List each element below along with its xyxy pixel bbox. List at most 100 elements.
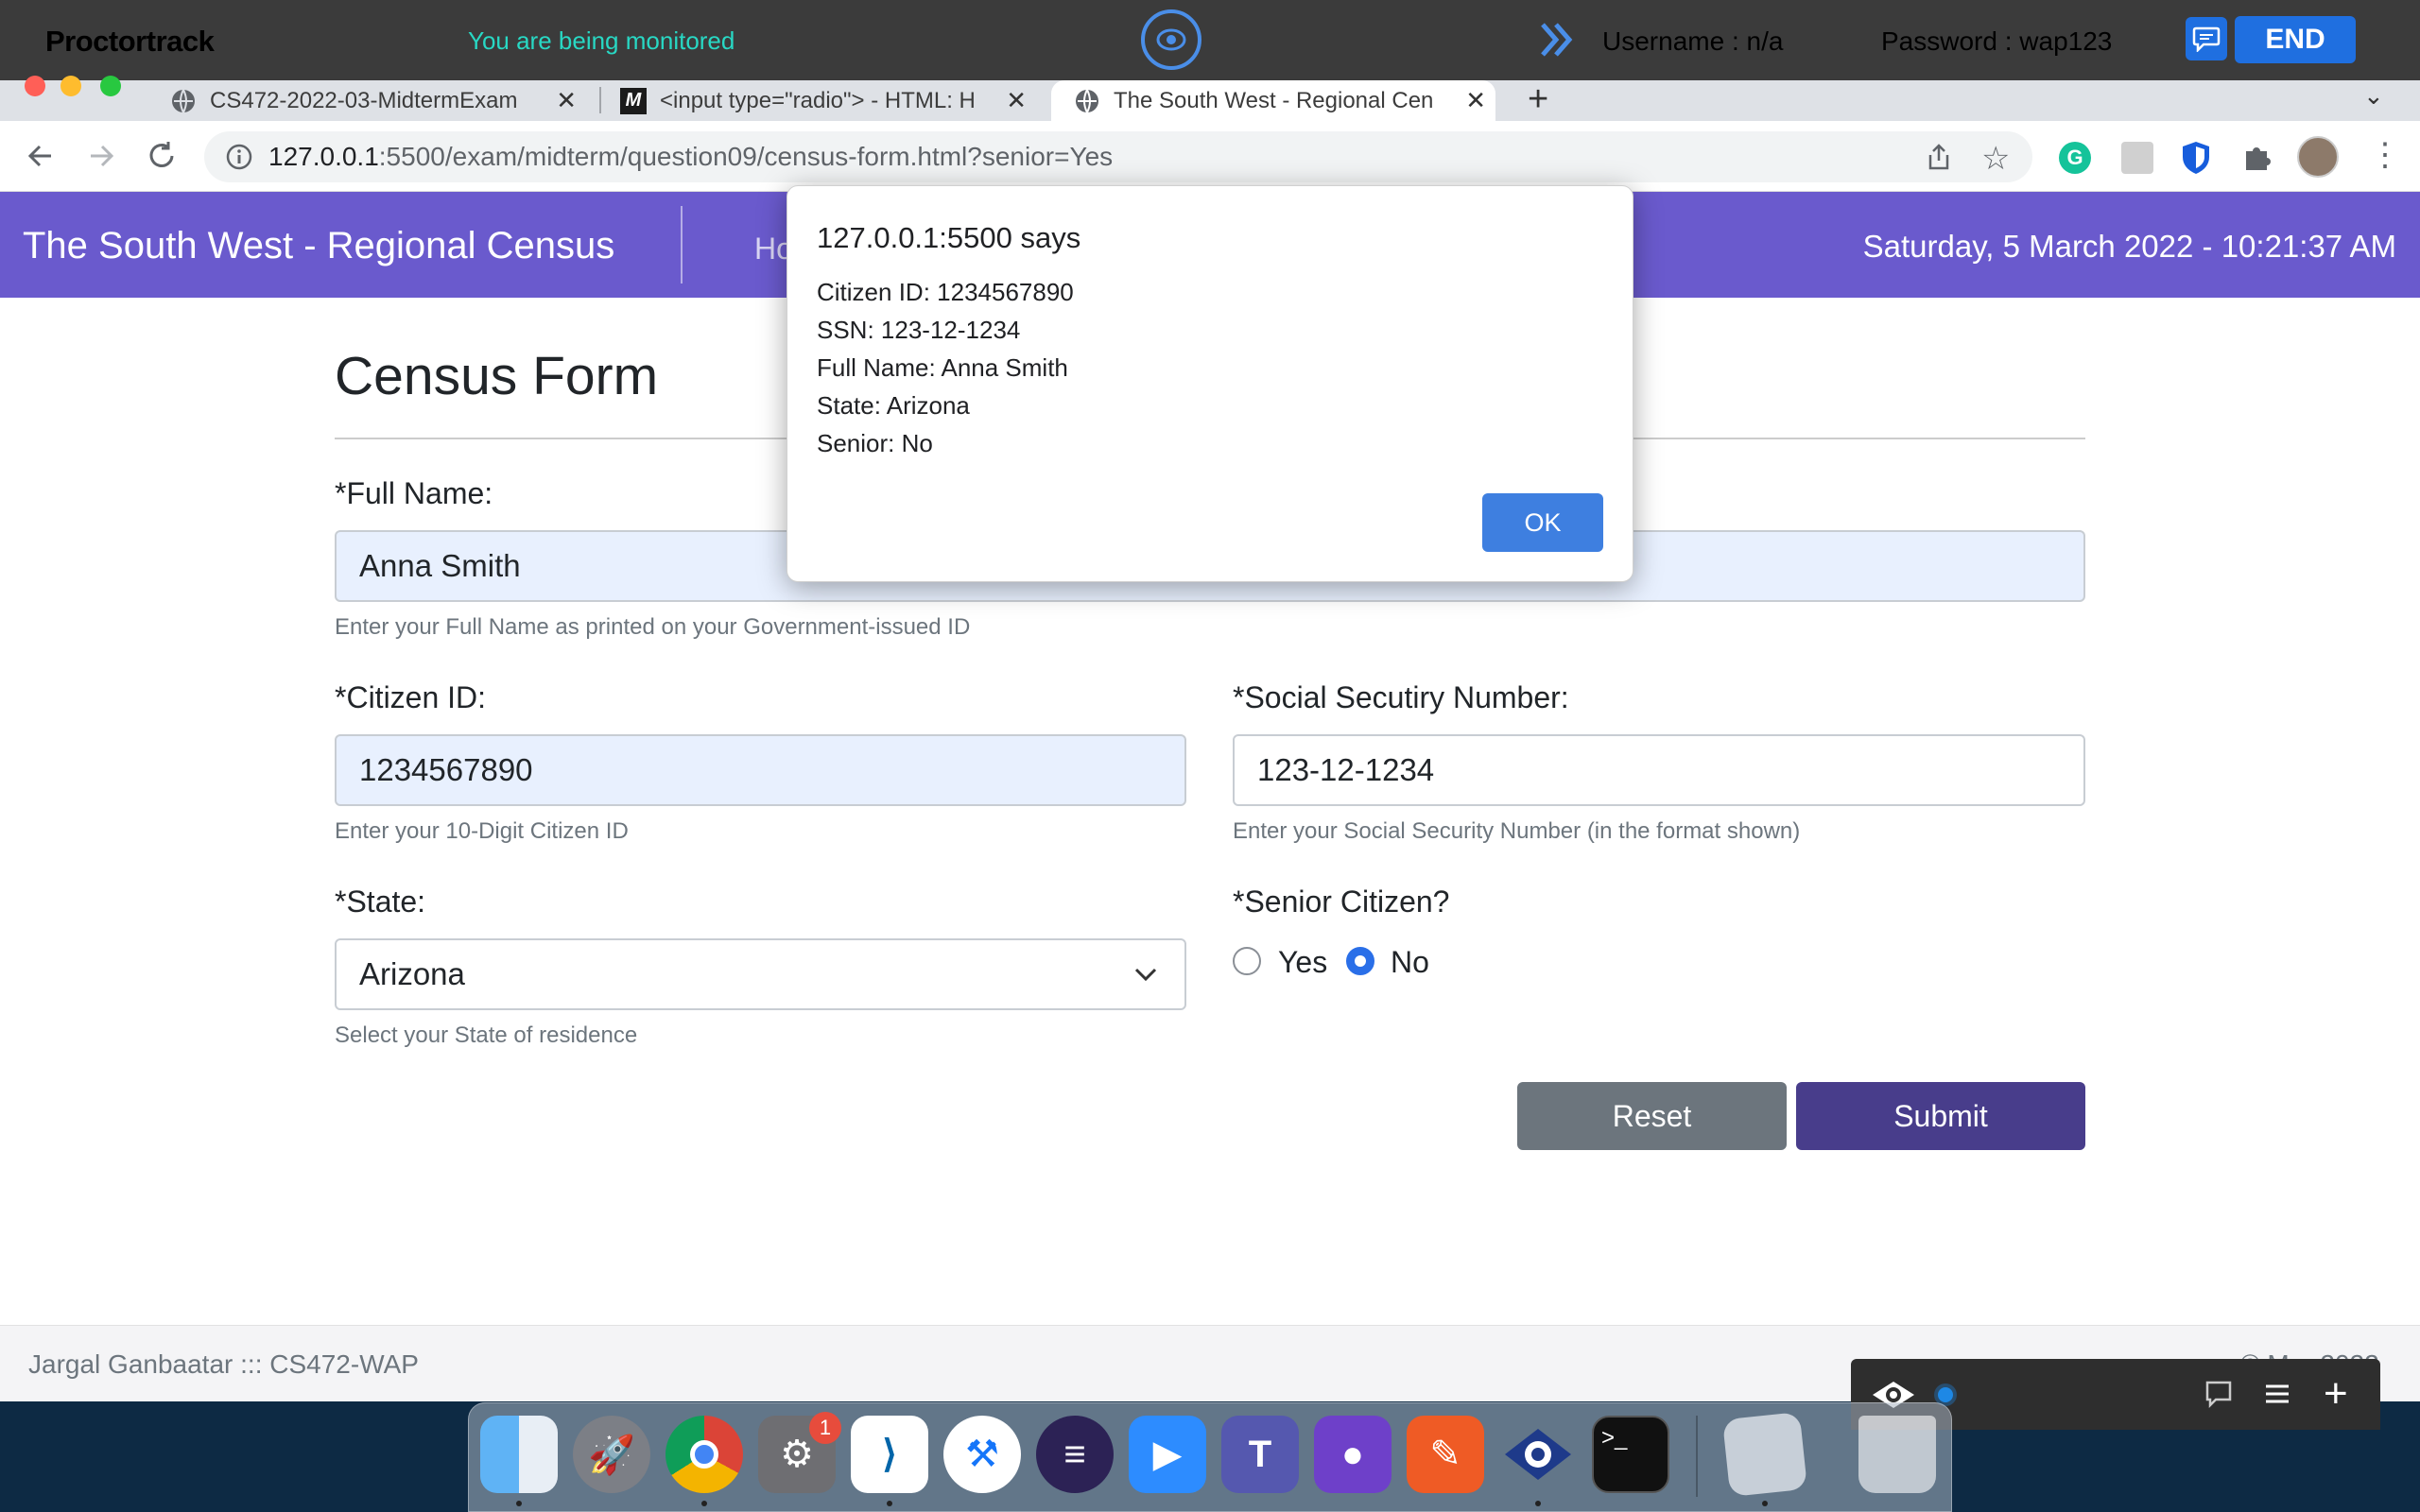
- back-icon[interactable]: [23, 138, 59, 179]
- citizen-id-label: *Citizen ID:: [335, 680, 487, 714]
- xcode-icon[interactable]: ⚒: [943, 1416, 1021, 1493]
- puzzle-extensions-icon[interactable]: [2240, 140, 2274, 179]
- tab-title: CS472-2022-03-MidtermExam: [210, 87, 518, 113]
- ssn-help: Enter your Social Security Number (in th…: [1233, 818, 1801, 844]
- trash-icon[interactable]: [1858, 1416, 1936, 1493]
- notification-badge: 1: [809, 1412, 841, 1444]
- state-label: *State:: [335, 885, 426, 919]
- dialog-ok-button[interactable]: OK: [1482, 493, 1603, 552]
- senior-label: *Senior Citizen?: [1233, 885, 1450, 919]
- info-icon[interactable]: [225, 143, 253, 176]
- launchpad-icon[interactable]: 🚀: [573, 1416, 650, 1493]
- close-window-button[interactable]: [25, 76, 45, 96]
- navbar-divider: [681, 206, 683, 284]
- site-brand[interactable]: The South West - Regional Census: [23, 225, 614, 267]
- new-tab-icon[interactable]: +: [1528, 79, 1548, 120]
- close-tab-icon[interactable]: ✕: [1465, 86, 1495, 115]
- globe-icon: [1076, 89, 1098, 112]
- url-host: 127.0.0.1: [268, 142, 379, 171]
- running-indicator: [701, 1501, 707, 1506]
- dialog-line: SSN: 123-12-1234: [817, 316, 1021, 344]
- extension-grid-icon[interactable]: [2121, 142, 2153, 174]
- teams-icon[interactable]: T: [1221, 1416, 1299, 1493]
- dialog-line: Citizen ID: 1234567890: [817, 278, 1074, 306]
- ssn-label: *Social Secutiry Number:: [1233, 680, 1569, 714]
- url-text[interactable]: 127.0.0.1:5500/exam/midterm/question09/c…: [268, 142, 1113, 172]
- maximize-window-button[interactable]: [100, 76, 121, 96]
- running-indicator: [516, 1501, 522, 1506]
- state-help: Select your State of residence: [335, 1022, 638, 1048]
- form-title: Census Form: [335, 346, 659, 406]
- more-menu-icon[interactable]: ⋮: [2369, 136, 2401, 174]
- bookmark-star-icon[interactable]: ☆: [1981, 140, 2010, 178]
- senior-yes-label[interactable]: Yes: [1278, 945, 1327, 980]
- tab-title: The South West - Regional Cen: [1114, 87, 1434, 113]
- chevron-down-icon: [1134, 968, 1157, 982]
- reload-icon[interactable]: [144, 138, 180, 179]
- minimize-window-button[interactable]: [60, 76, 81, 96]
- fullname-help: Enter your Full Name as printed on your …: [335, 614, 971, 640]
- terminal-icon[interactable]: >_: [1592, 1416, 1669, 1493]
- mdn-icon: M: [620, 87, 647, 114]
- dialog-line: Full Name: Anna Smith: [817, 353, 1068, 382]
- preview-icon[interactable]: [1721, 1411, 1808, 1498]
- chat-icon[interactable]: [2186, 17, 2227, 60]
- tab-census[interactable]: The South West - Regional Cen ✕: [1051, 80, 1495, 121]
- running-indicator: [887, 1501, 892, 1506]
- running-indicator: [1762, 1501, 1768, 1506]
- share-icon[interactable]: [1923, 142, 1955, 179]
- proctortrack-logo: Proctortrack: [45, 25, 215, 58]
- tab-title: <input type="radio"> - HTML: H: [660, 87, 976, 113]
- plus-icon[interactable]: +: [2324, 1370, 2348, 1418]
- monitor-status: You are being monitored: [468, 26, 735, 55]
- vscode-icon[interactable]: ⟩: [851, 1416, 928, 1493]
- tab-mdn-radio[interactable]: M <input type="radio"> - HTML: H ✕: [620, 80, 1036, 121]
- citizen-id-input[interactable]: 1234567890: [335, 734, 1186, 806]
- fullname-value: Anna Smith: [359, 548, 521, 583]
- close-tab-icon[interactable]: ✕: [1006, 86, 1036, 115]
- tab-search-chevron-icon[interactable]: ⌄: [2363, 81, 2384, 111]
- current-datetime: Saturday, 5 March 2022 - 10:21:37 AM: [1862, 229, 2396, 264]
- username-display: Username : n/a: [1602, 26, 1784, 56]
- chrome-icon[interactable]: [666, 1416, 743, 1493]
- grammarly-icon[interactable]: G: [2059, 142, 2091, 174]
- fullname-label: *Full Name:: [335, 476, 493, 510]
- proctortrack-icon[interactable]: [1499, 1416, 1577, 1493]
- postman-icon[interactable]: ✎: [1407, 1416, 1484, 1493]
- password-display: Password : wap123: [1881, 26, 2113, 56]
- tab-midterm-exam[interactable]: CS472-2022-03-MidtermExam ✕: [170, 80, 586, 121]
- chat-icon[interactable]: [2203, 1378, 2235, 1415]
- end-button[interactable]: END: [2235, 16, 2356, 63]
- tab-separator: [599, 87, 601, 113]
- github-desktop-icon[interactable]: ●: [1314, 1416, 1392, 1493]
- finder-icon[interactable]: [480, 1416, 558, 1493]
- submit-button[interactable]: Submit: [1796, 1082, 2085, 1150]
- menu-icon[interactable]: [2261, 1378, 2293, 1415]
- citizen-id-value: 1234567890: [359, 752, 533, 787]
- dock-separator: [1696, 1416, 1698, 1497]
- forward-icon[interactable]: [83, 138, 119, 179]
- dialog-title: 127.0.0.1:5500 says: [817, 221, 1081, 254]
- url-path: :5500/exam/midterm/question09/census-for…: [378, 142, 1114, 171]
- dialog-line: Senior: No: [817, 429, 933, 457]
- senior-no-label[interactable]: No: [1391, 945, 1429, 980]
- shield-icon[interactable]: [2180, 140, 2212, 180]
- ssn-value: 123-12-1234: [1257, 752, 1435, 787]
- eye-icon: [1141, 9, 1201, 70]
- recording-indicator: [1938, 1387, 1953, 1402]
- eclipse-icon[interactable]: ≡: [1036, 1416, 1114, 1493]
- reset-button[interactable]: Reset: [1517, 1082, 1787, 1150]
- senior-no-radio[interactable]: [1346, 947, 1374, 975]
- citizen-id-help: Enter your 10-Digit Citizen ID: [335, 818, 629, 844]
- dialog-line: State: Arizona: [817, 391, 970, 420]
- ssn-input[interactable]: 123-12-1234: [1233, 734, 2085, 806]
- state-select[interactable]: Arizona: [335, 938, 1186, 1010]
- double-chevron-icon[interactable]: [1537, 19, 1579, 60]
- globe-icon: [172, 89, 195, 112]
- close-tab-icon[interactable]: ✕: [556, 86, 586, 115]
- profile-avatar[interactable]: [2297, 136, 2339, 178]
- senior-yes-radio[interactable]: [1233, 947, 1261, 975]
- state-value: Arizona: [359, 956, 465, 991]
- footer-author: Jargal Ganbaatar ::: CS472-WAP: [28, 1349, 419, 1379]
- zoom-icon[interactable]: ▶: [1129, 1416, 1206, 1493]
